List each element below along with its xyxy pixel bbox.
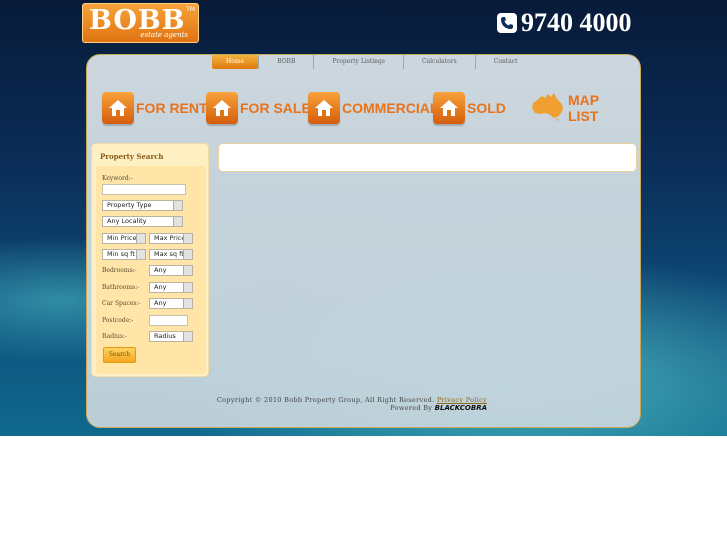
- bathrooms-label: Bathrooms:-: [102, 284, 140, 291]
- radius-label: Radius:-: [102, 333, 127, 340]
- bathrooms-select[interactable]: Any: [149, 282, 193, 293]
- chevron-down-icon: [183, 332, 192, 341]
- max-price-select[interactable]: Max Price: [149, 233, 193, 244]
- keyword-input[interactable]: [102, 184, 186, 195]
- radius-select[interactable]: Radius: [149, 331, 193, 342]
- bedrooms-label: Bedrooms:-: [102, 267, 137, 274]
- chevron-down-icon: [183, 266, 192, 275]
- locality-select[interactable]: Any Locality: [102, 216, 183, 227]
- category-sold[interactable]: SOLD: [433, 90, 506, 126]
- chevron-down-icon: [183, 299, 192, 308]
- nav-property-listings[interactable]: Property Listings: [313, 55, 403, 69]
- nav-calculators[interactable]: Calculators: [402, 55, 475, 69]
- phone-text: 9740 4000: [521, 8, 632, 37]
- chevron-down-icon: [173, 201, 182, 210]
- copyright: Copyright © 2010 Bobb Property Group, Al…: [150, 396, 487, 404]
- house-icon: [206, 92, 238, 124]
- category-label: FOR RENT: [136, 100, 208, 116]
- powered-by: Powered By BLACKCOBRA: [340, 404, 487, 412]
- category-map-list[interactable]: MAP LIST: [530, 90, 626, 126]
- select-value: Max Price: [154, 234, 186, 242]
- page-background: BOBB TM estate agents 9740 4000 Home BOB…: [0, 0, 727, 436]
- copyright-text: Copyright © 2010 Bobb Property Group, Al…: [216, 396, 435, 404]
- nav-bobb[interactable]: BOBB: [258, 55, 313, 69]
- chevron-down-icon: [183, 250, 192, 259]
- phone-icon: [497, 13, 517, 33]
- house-icon: [308, 92, 340, 124]
- max-sqft-select[interactable]: Max sq ft: [149, 249, 193, 260]
- select-value: Any: [154, 299, 167, 307]
- results-box: [218, 143, 637, 172]
- property-type-select[interactable]: Property Type: [102, 200, 183, 211]
- bedrooms-select[interactable]: Any: [149, 265, 193, 276]
- top-navigation: Home BOBB Property Listings Calculators …: [212, 55, 536, 69]
- select-value: Max sq ft: [154, 250, 184, 258]
- min-price-select[interactable]: Min Price: [102, 233, 146, 244]
- powered-by-text: Powered By: [390, 404, 433, 412]
- category-for-rent[interactable]: FOR RENT: [102, 90, 208, 126]
- category-commercial[interactable]: COMMERCIAL: [308, 90, 438, 126]
- select-value: Any: [154, 283, 167, 291]
- car-spaces-select[interactable]: Any: [149, 298, 193, 309]
- privacy-policy-link[interactable]: Privacy Policy: [437, 396, 487, 404]
- select-value: Min sq ft: [107, 250, 135, 258]
- black-cobra-logo[interactable]: BLACKCOBRA: [435, 404, 487, 412]
- keyword-label: Keyword:-: [102, 175, 133, 182]
- select-value: Any Locality: [107, 217, 147, 225]
- min-sqft-select[interactable]: Min sq ft: [102, 249, 146, 260]
- postcode-input[interactable]: [149, 315, 188, 326]
- category-for-sale[interactable]: FOR SALE: [206, 90, 311, 126]
- category-label: SOLD: [467, 100, 506, 116]
- logo-subtitle: estate agents: [140, 31, 188, 39]
- search-button[interactable]: Search: [103, 347, 136, 363]
- house-icon: [102, 92, 134, 124]
- australia-map-icon: [530, 91, 566, 125]
- category-label: FOR SALE: [240, 100, 311, 116]
- bobb-logo[interactable]: BOBB TM estate agents: [82, 3, 199, 43]
- select-value: Any: [154, 266, 167, 274]
- phone-number: 9740 4000: [497, 8, 632, 38]
- postcode-label: Postcode:-: [102, 317, 134, 324]
- chevron-down-icon: [173, 217, 182, 226]
- house-icon: [433, 92, 465, 124]
- select-value: Property Type: [107, 201, 152, 209]
- chevron-down-icon: [183, 234, 192, 243]
- category-label: MAP LIST: [568, 92, 599, 124]
- select-value: Min Price: [107, 234, 137, 242]
- chevron-down-icon: [136, 250, 145, 259]
- logo-trademark: TM: [186, 6, 195, 13]
- nav-home[interactable]: Home: [212, 55, 259, 69]
- category-label: COMMERCIAL: [342, 100, 439, 116]
- search-title: Property Search: [100, 152, 164, 161]
- car-spaces-label: Car Spaces:-: [102, 300, 141, 307]
- nav-contact[interactable]: Contact: [474, 55, 536, 69]
- chevron-down-icon: [136, 234, 145, 243]
- select-value: Radius: [154, 332, 176, 340]
- chevron-down-icon: [183, 283, 192, 292]
- category-navigation: FOR RENT FOR SALE COMMERCIAL SOLD MAP LI…: [100, 90, 626, 132]
